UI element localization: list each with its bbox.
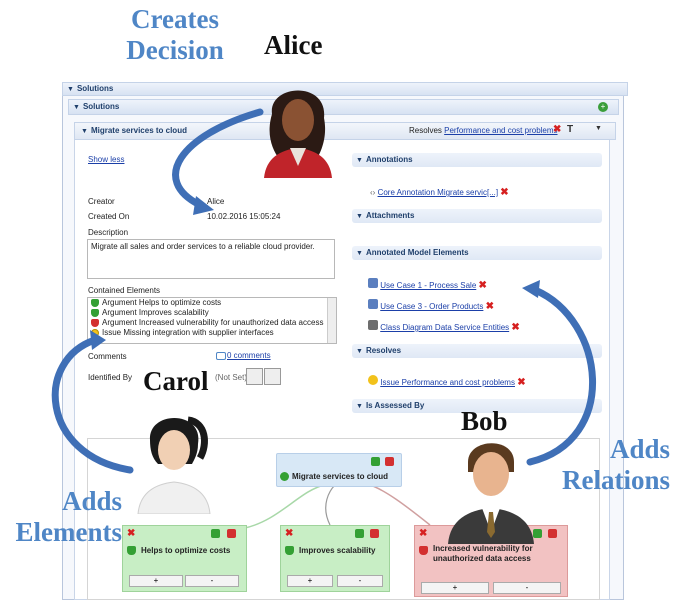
bob-label: Bob (461, 406, 508, 436)
arrowhead-icon (193, 196, 214, 215)
carol-label: Carol (143, 366, 209, 396)
adds-relations-label: Adds Relations (562, 434, 670, 495)
alice-label: Alice (264, 30, 323, 60)
arrowhead-icon (522, 280, 540, 298)
arrowhead-icon (90, 330, 106, 350)
adds-elements-label: Adds Elements (15, 486, 122, 547)
alice-avatar (264, 90, 332, 178)
bob-avatar (448, 443, 534, 544)
adds-elements-arrow (51, 336, 134, 474)
creates-decision-arrow (172, 108, 264, 209)
creates-decision-label: Creates Decision (126, 4, 224, 65)
carol-avatar (137, 416, 211, 514)
